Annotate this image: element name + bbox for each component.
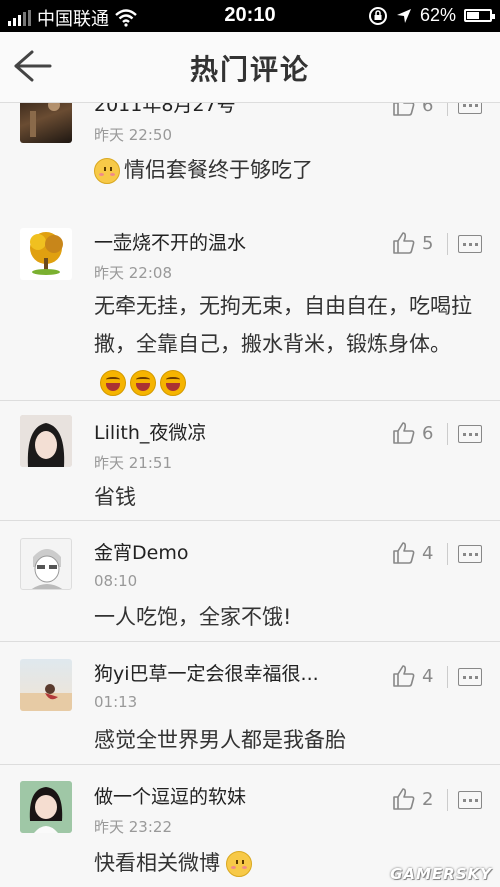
commenter-name[interactable]: Lilith_夜微凉: [94, 418, 206, 445]
comment-list[interactable]: 2011年8月27号 昨天 22:50 情侣套餐终于够吃了 6 一壶烧不开的温水…: [0, 103, 500, 887]
like-count: 4: [422, 542, 434, 564]
more-button[interactable]: [458, 791, 482, 809]
laugh-emoji: [100, 370, 126, 396]
commenter-name[interactable]: 一壶烧不开的温水: [94, 228, 246, 255]
comment-item: 2011年8月27号 昨天 22:50 情侣套餐终于够吃了 6: [0, 103, 500, 212]
commenter-name[interactable]: 做一个逗逗的软妹: [94, 782, 246, 809]
smile-emoji: [94, 158, 120, 184]
like-count: 6: [422, 103, 434, 116]
like-button[interactable]: 6: [392, 103, 433, 117]
more-button[interactable]: [458, 545, 482, 563]
comment-time: 昨天 21:51: [94, 454, 172, 472]
avatar[interactable]: [20, 781, 72, 833]
comment-item: 金宵Demo 08:10 一人吃饱，全家不饿! 4: [0, 521, 500, 642]
more-button[interactable]: [458, 235, 482, 253]
more-button[interactable]: [458, 103, 482, 114]
like-count: 5: [422, 232, 434, 254]
avatar[interactable]: [20, 103, 72, 143]
comment-item: 一壶烧不开的温水 昨天 22:08 无牵无挂，无拘无束，自由自在，吃喝拉撒，全靠…: [0, 211, 500, 401]
more-button[interactable]: [458, 425, 482, 443]
battery-percent: 62%: [419, 5, 456, 25]
like-count: 2: [422, 788, 434, 810]
avatar[interactable]: [20, 415, 72, 467]
status-bar: 中国联通 20:10 62%: [0, 0, 500, 32]
avatar[interactable]: [20, 659, 72, 711]
comment-item: 狗yi巴草一定会很幸福很... 01:13 感觉全世界男人都是我备胎 4: [0, 642, 500, 765]
location-icon: [396, 8, 411, 23]
divider: [447, 789, 448, 811]
like-button[interactable]: 4: [392, 664, 433, 688]
thumbs-up-icon: [393, 788, 415, 810]
battery-icon: [464, 9, 495, 22]
divider: [447, 543, 448, 565]
like-button[interactable]: 4: [392, 541, 433, 565]
thumbs-up-icon: [393, 422, 415, 444]
laugh-emoji: [160, 370, 186, 396]
commenter-name[interactable]: 狗yi巴草一定会很幸福很...: [94, 659, 319, 686]
rotation-lock-icon: [368, 6, 387, 25]
avatar[interactable]: [20, 538, 72, 590]
page-title: 热门评论: [189, 53, 310, 86]
divider: [447, 233, 448, 255]
comment-text: 情侣套餐终于够吃了: [94, 151, 480, 189]
like-button[interactable]: 6: [392, 421, 433, 445]
comment-text: 省钱: [94, 485, 136, 509]
like-count: 4: [422, 665, 434, 687]
comment-time: 昨天 22:08: [94, 264, 172, 282]
comment-time: 昨天 23:22: [94, 818, 172, 836]
commenter-name[interactable]: 2011年8月27号: [94, 103, 236, 117]
blush-emoji: [226, 851, 252, 877]
thumbs-up-icon: [393, 103, 415, 116]
avatar[interactable]: [20, 228, 72, 280]
watermark-logo: GAMERSKY: [390, 865, 492, 883]
like-button[interactable]: 5: [392, 231, 433, 255]
divider: [447, 103, 448, 116]
comment-text: 一人吃饱，全家不饿!: [94, 605, 292, 629]
comment-time: 01:13: [94, 693, 138, 711]
divider: [447, 666, 448, 688]
thumbs-up-icon: [393, 542, 415, 564]
laugh-emoji: [130, 370, 156, 396]
more-button[interactable]: [458, 668, 482, 686]
like-count: 6: [422, 422, 434, 444]
commenter-name[interactable]: 金宵Demo: [94, 538, 188, 565]
divider: [447, 423, 448, 445]
comment-text: 无牵无挂，无拘无束，自由自在，吃喝拉撒，全靠自己，搬水背米，锻炼身体。: [94, 287, 480, 401]
comment-time: 08:10: [94, 572, 138, 590]
like-button[interactable]: 2: [392, 787, 433, 811]
nav-bar: 热门评论: [0, 32, 500, 103]
thumbs-up-icon: [393, 232, 415, 254]
thumbs-up-icon: [393, 665, 415, 687]
comment-time: 昨天 22:50: [94, 126, 172, 144]
comment-item: Lilith_夜微凉 昨天 21:51 省钱 6: [0, 401, 500, 521]
comment-text: 感觉全世界男人都是我备胎: [94, 728, 346, 752]
